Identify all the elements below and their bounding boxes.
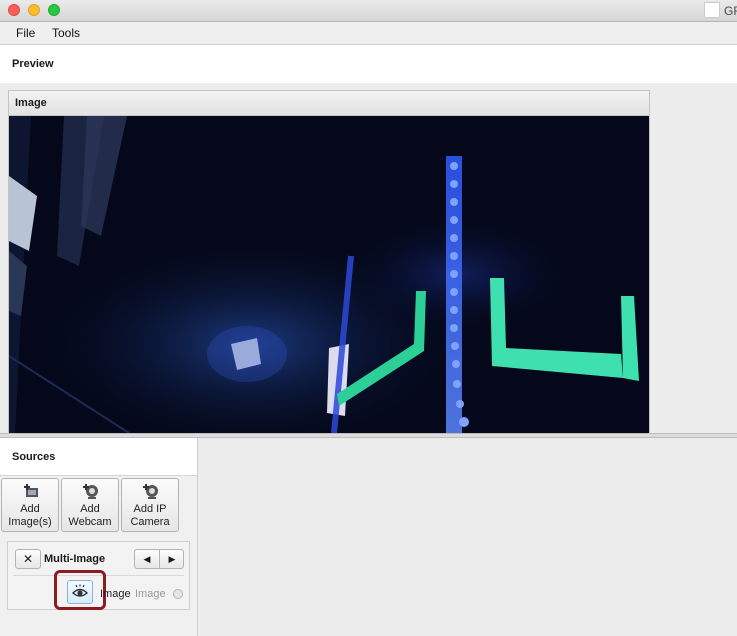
output-socket-type: Image: [135, 588, 166, 600]
pipeline-steps-pane: [198, 438, 737, 636]
output-socket-name: Image: [100, 588, 131, 600]
preview-toggle-button[interactable]: [67, 580, 93, 604]
add-webcam-label-line1: Add: [80, 503, 100, 515]
add-webcam-label-line2: Webcam: [68, 516, 112, 528]
image-navigation: ◀ ▶: [134, 549, 184, 569]
preview-area: Image: [0, 83, 737, 433]
menu-bar: File Tools: [0, 22, 737, 45]
sources-header: Sources: [0, 438, 197, 476]
output-socket-connector[interactable]: [173, 589, 183, 599]
add-ip-camera-label-line1: Add IP: [133, 503, 167, 515]
source-name: Multi-Image: [44, 553, 106, 565]
menu-file[interactable]: File: [16, 26, 35, 40]
add-webcam-icon: [83, 484, 98, 499]
add-images-button[interactable]: Add Image(s): [1, 478, 59, 532]
add-image-icon: [24, 484, 38, 497]
add-images-label-line1: Add: [20, 503, 40, 515]
close-window-button[interactable]: [8, 4, 20, 16]
add-ip-camera-button[interactable]: Add IP Camera: [121, 478, 179, 532]
camera-image: [9, 116, 649, 433]
title-bar: GR: [0, 0, 737, 22]
previous-image-button[interactable]: ◀: [135, 550, 160, 568]
multi-image-source-card: ✕ Multi-Image ◀ ▶ Image Image: [7, 541, 190, 610]
add-ip-camera-icon: [143, 484, 158, 499]
window-title: GR: [724, 4, 737, 18]
sources-title: Sources: [12, 451, 56, 463]
add-ip-camera-label-line2: Camera: [130, 516, 170, 528]
menu-tools[interactable]: Tools: [52, 26, 80, 40]
minimize-window-button[interactable]: [28, 4, 40, 16]
preview-title: Preview: [12, 58, 54, 70]
card-separator: [13, 575, 184, 576]
image-preview-panel: Image: [8, 90, 650, 433]
sources-pane: Sources Add Image(s) Add Webcam Add IP C…: [0, 438, 198, 636]
preview-header: Preview: [0, 45, 737, 83]
zoom-window-button[interactable]: [48, 4, 60, 16]
image-panel-title-bar: Image: [9, 91, 649, 116]
app-icon: [704, 2, 720, 18]
add-webcam-button[interactable]: Add Webcam: [61, 478, 119, 532]
add-images-label-line2: Image(s): [8, 516, 52, 528]
next-image-button[interactable]: ▶: [160, 550, 184, 568]
eye-icon: [72, 584, 88, 597]
remove-source-button[interactable]: ✕: [15, 549, 41, 569]
image-panel-title: Image: [15, 97, 47, 109]
